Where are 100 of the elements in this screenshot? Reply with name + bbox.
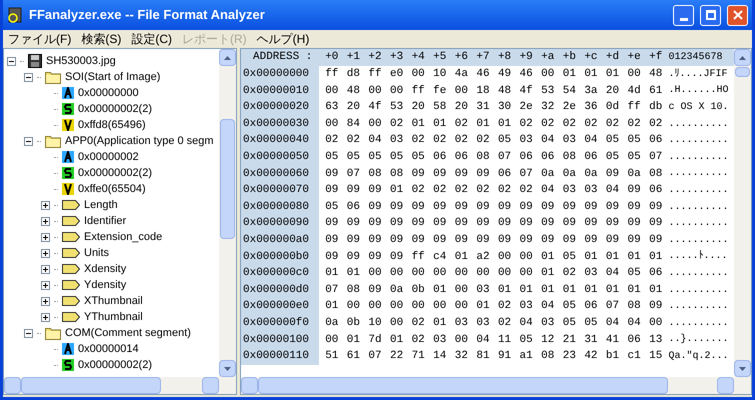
hex-byte: 09 xyxy=(604,216,620,232)
collapse-toggle[interactable] xyxy=(24,72,33,82)
hex-byte: 20 xyxy=(346,100,361,116)
tree-item[interactable]: 0xffe0(65504) xyxy=(78,180,146,198)
tree-item[interactable]: Units xyxy=(84,244,110,262)
hex-byte: 05 xyxy=(626,266,642,282)
hex-byte: c1 xyxy=(626,349,642,364)
hex-byte: 04 xyxy=(604,183,620,198)
menu-item[interactable]: ファイル(F) xyxy=(3,30,76,48)
hex-byte: 00 xyxy=(432,266,448,282)
tree-item[interactable]: SH530003.jpg xyxy=(46,52,116,70)
expand-toggle[interactable] xyxy=(41,200,50,210)
tree-item[interactable]: 0x00000000 xyxy=(78,84,139,102)
address-cell: 0x000000a0 xyxy=(241,232,319,249)
maximize-button[interactable] xyxy=(700,4,721,26)
scroll-thumb[interactable] xyxy=(21,377,161,394)
hex-byte: 02 xyxy=(410,316,426,331)
scroll-up-button[interactable] xyxy=(734,49,751,66)
tree-item[interactable]: SOI(Start of Image) xyxy=(65,68,160,86)
tree-item[interactable]: 0x00000014 xyxy=(78,340,139,358)
hex-byte: 03 xyxy=(454,316,469,331)
expand-toggle[interactable] xyxy=(41,216,50,226)
hex-byte: 09 xyxy=(648,232,664,248)
hex-byte: 01 xyxy=(562,67,577,82)
hex-byte: 05 xyxy=(562,250,577,265)
expand-toggle[interactable] xyxy=(41,232,50,242)
hex-byte: 01 xyxy=(626,250,642,265)
hex-byte: 05 xyxy=(583,316,599,331)
hex-byte: a2 xyxy=(475,250,491,265)
hex-byte: 02 xyxy=(388,116,404,132)
tree-item[interactable]: Extension_code xyxy=(84,228,162,246)
address-cell: 0x00000080 xyxy=(241,198,319,216)
horizontal-scrollbar[interactable] xyxy=(4,377,236,394)
hex-byte: 07 xyxy=(648,150,664,166)
expand-toggle[interactable] xyxy=(41,248,50,258)
expand-toggle[interactable] xyxy=(41,280,50,290)
hex-byte: 00 xyxy=(388,84,404,99)
hex-byte: 09 xyxy=(562,216,577,232)
offset-header: +0 xyxy=(324,50,340,66)
tree-item[interactable]: COM(Comment segment) xyxy=(65,324,191,342)
tree-item[interactable]: 0xffd8(65496) xyxy=(78,116,146,134)
size-letter-icon xyxy=(62,359,74,371)
scroll-thumb[interactable] xyxy=(735,67,750,77)
address-cell: 0x000000e0 xyxy=(241,298,319,315)
tree-item[interactable]: APP0(Application type 0 segm xyxy=(65,132,214,150)
scroll-down-button[interactable] xyxy=(734,360,751,377)
hex-byte: 09 xyxy=(367,232,383,248)
menu-item[interactable]: 検索(S) xyxy=(76,30,126,48)
hex-byte: 02 xyxy=(454,133,469,148)
scroll-thumb[interactable] xyxy=(220,119,235,239)
ascii-cell-text: .......... xyxy=(668,284,729,298)
offset-header: +f xyxy=(648,50,664,66)
hex-byte: 07 xyxy=(324,282,340,298)
hex-byte: 07 xyxy=(496,150,512,166)
tree-item[interactable]: Length xyxy=(84,196,118,214)
expand-toggle[interactable] xyxy=(41,312,50,322)
hex-byte: 32 xyxy=(454,349,469,364)
scroll-up-button[interactable] xyxy=(219,49,236,66)
collapse-toggle[interactable] xyxy=(24,328,33,338)
ascii-cell-text: .......... xyxy=(668,217,729,232)
minimize-button[interactable] xyxy=(673,4,694,26)
close-button[interactable] xyxy=(727,4,748,26)
hex-byte: 0a xyxy=(583,166,599,182)
collapse-toggle[interactable] xyxy=(7,56,16,66)
tree-item[interactable]: Identifier xyxy=(84,212,126,230)
hex-byte: 46 xyxy=(518,67,534,82)
hex-byte: 01 xyxy=(604,67,620,82)
hex-byte: 49 xyxy=(496,67,512,82)
hex-byte: 09 xyxy=(410,232,426,248)
horizontal-scrollbar[interactable] xyxy=(241,377,751,394)
address-letter-icon xyxy=(62,151,74,163)
close-icon xyxy=(732,10,742,20)
vertical-scrollbar[interactable] xyxy=(734,49,751,377)
hex-byte: 09 xyxy=(324,216,340,232)
hex-byte: 01 xyxy=(346,266,361,282)
menu-item[interactable]: 設定(C) xyxy=(126,30,177,48)
expand-toggle[interactable] xyxy=(41,296,50,306)
menu-item[interactable]: ヘルプ(H) xyxy=(252,30,314,48)
tree-item[interactable]: 0x00000002(2) xyxy=(78,164,152,182)
tree-item[interactable]: YThumbnail xyxy=(84,308,143,326)
ascii-header: 012345678 xyxy=(668,51,723,65)
hex-byte: 48 xyxy=(496,84,512,99)
vertical-scrollbar[interactable] xyxy=(219,49,236,377)
hex-byte: 53 xyxy=(388,100,404,116)
tree-item[interactable]: 0x00000002 xyxy=(78,148,139,166)
tree-item[interactable]: XThumbnail xyxy=(84,292,143,310)
tag-icon xyxy=(62,280,80,290)
hex-byte: a1 xyxy=(518,349,534,364)
expand-toggle[interactable] xyxy=(41,264,50,274)
tree-item[interactable]: Xdensity xyxy=(84,260,126,278)
hex-byte: 02 xyxy=(496,316,512,331)
collapse-toggle[interactable] xyxy=(24,136,33,146)
hex-byte: 05 xyxy=(562,316,577,331)
tree-item[interactable]: Ydensity xyxy=(84,276,126,294)
tree-item[interactable]: 0x00000002(2) xyxy=(78,100,152,118)
scroll-thumb[interactable] xyxy=(258,377,668,394)
tree-item[interactable]: 0x00000002(2) xyxy=(78,356,152,374)
hex-byte: 09 xyxy=(432,166,448,182)
scroll-down-button[interactable] xyxy=(219,360,236,377)
hex-byte: 01 xyxy=(432,316,448,331)
